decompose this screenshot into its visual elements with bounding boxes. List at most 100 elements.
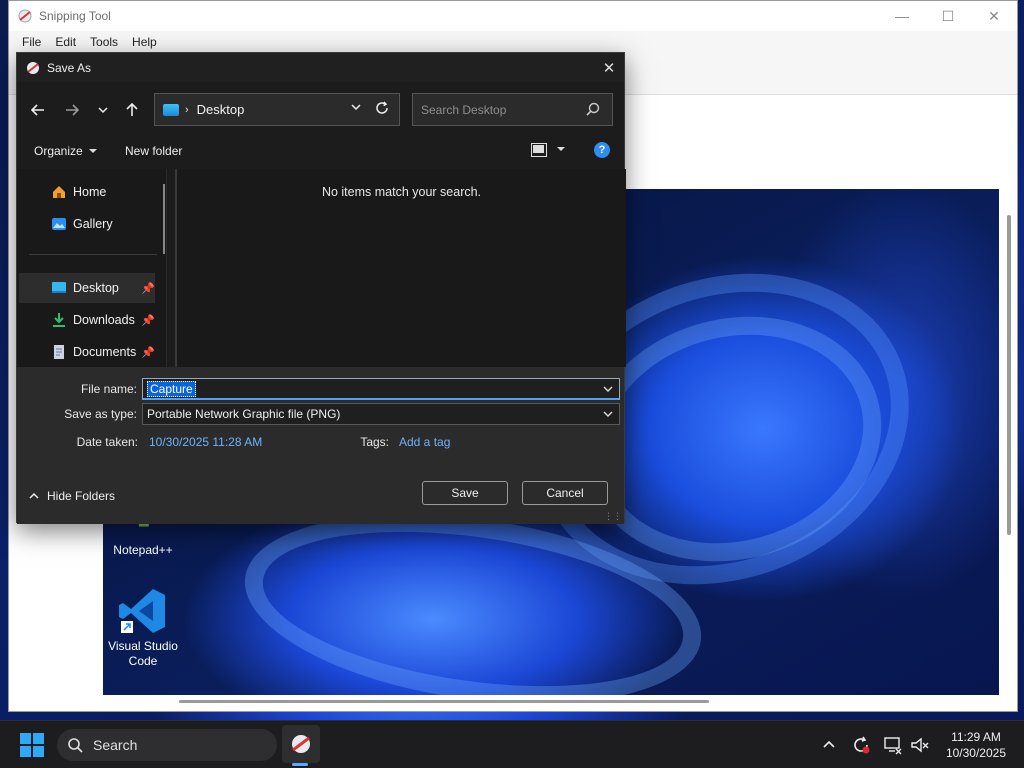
- file-name-label: File name:: [80, 382, 137, 396]
- back-arrow-icon: [31, 104, 44, 116]
- pin-icon[interactable]: 📌: [141, 282, 155, 295]
- start-button[interactable]: [20, 733, 44, 757]
- navigation-pane: Home Gallery Desktop 📌 Downloads 📌 Docum…: [17, 169, 177, 367]
- caret-down-icon[interactable]: [556, 145, 566, 153]
- desktop-icon-vscode[interactable]: Visual Studio Code: [103, 587, 183, 669]
- add-tag-link[interactable]: Add a tag: [399, 435, 450, 449]
- cancel-button[interactable]: Cancel: [522, 481, 608, 505]
- gallery-icon: [52, 218, 66, 230]
- address-bar[interactable]: › Desktop: [154, 93, 400, 126]
- forward-arrow-icon: [66, 104, 79, 116]
- minimize-button[interactable]: —: [879, 1, 925, 31]
- desktop-icon-label: Notepad++: [113, 543, 173, 557]
- desktop-folder-icon: [163, 103, 179, 116]
- save-as-dialog: Save As ✕ › Desktop Search Desktop Organ…: [16, 52, 626, 524]
- desktop-icon-notepadpp[interactable]: Notepad++: [103, 519, 183, 558]
- caret-down-icon: [88, 149, 97, 153]
- save-button[interactable]: Save: [422, 481, 508, 505]
- menu-tools[interactable]: Tools: [83, 35, 125, 49]
- taskbar-clock[interactable]: 11:29 AM 10/30/2025: [946, 729, 1006, 761]
- nav-item-gallery[interactable]: Gallery: [19, 209, 155, 239]
- help-icon[interactable]: ?: [594, 142, 610, 158]
- search-icon: [586, 102, 600, 116]
- tags-label: Tags:: [360, 435, 389, 449]
- taskbar-search-label: Search: [93, 737, 138, 753]
- new-folder-button[interactable]: New folder: [125, 144, 182, 158]
- save-as-type-value: Portable Network Graphic file (PNG): [147, 407, 341, 421]
- empty-results-message: No items match your search.: [321, 185, 482, 199]
- organize-label: Organize: [34, 144, 83, 158]
- taskbar-search[interactable]: Search: [57, 729, 277, 761]
- search-box[interactable]: Search Desktop: [412, 93, 613, 126]
- clock-time: 11:29 AM: [951, 730, 1001, 744]
- nav-label: Desktop: [73, 281, 119, 295]
- chevron-up-icon[interactable]: [822, 737, 836, 751]
- hide-folders-button[interactable]: Hide Folders: [29, 489, 115, 503]
- menu-edit[interactable]: Edit: [48, 35, 83, 49]
- view-options-icon[interactable]: [531, 143, 547, 157]
- taskbar: Search 11:29 AM 10/30/2025: [0, 720, 1024, 768]
- save-options-area: File name: Capture Save as type: Portabl…: [17, 367, 624, 524]
- taskbar-app-snipping-tool[interactable]: [282, 725, 320, 763]
- nav-item-desktop[interactable]: Desktop 📌: [19, 273, 155, 303]
- nav-label: Home: [73, 185, 107, 199]
- back-button[interactable]: [25, 97, 51, 123]
- refresh-icon[interactable]: [375, 101, 389, 115]
- search-icon: [68, 738, 83, 753]
- vscode-icon: [119, 589, 165, 633]
- nav-label: Documents: [73, 345, 137, 359]
- forward-button[interactable]: [59, 97, 85, 123]
- command-bar: Organize New folder ?: [17, 135, 624, 169]
- maximize-button[interactable]: ☐: [925, 1, 971, 31]
- search-placeholder: Search Desktop: [421, 102, 507, 117]
- up-arrow-icon: [126, 103, 138, 116]
- chevron-down-icon[interactable]: [351, 102, 361, 112]
- close-window-button[interactable]: ✕: [971, 1, 1017, 31]
- active-app-indicator: [292, 763, 308, 766]
- snipping-tool-icon: [18, 9, 32, 23]
- save-as-type-label: Save as type:: [64, 407, 137, 421]
- nav-label: Downloads: [73, 313, 135, 327]
- nav-item-downloads[interactable]: Downloads 📌: [19, 305, 155, 335]
- downloads-icon: [53, 313, 65, 327]
- volume-muted-icon[interactable]: [910, 735, 930, 755]
- desktop-icon-label: Visual Studio Code: [108, 639, 178, 668]
- chevron-up-icon: [29, 492, 39, 499]
- menu-file[interactable]: File: [15, 35, 48, 49]
- nav-item-home[interactable]: Home: [19, 177, 155, 207]
- dialog-close-button[interactable]: ✕: [594, 53, 624, 82]
- nav-label: Gallery: [73, 217, 113, 231]
- chevron-down-icon: [98, 107, 108, 114]
- horizontal-scrollbar[interactable]: [179, 700, 709, 703]
- pin-icon[interactable]: 📌: [141, 314, 155, 327]
- file-list-pane[interactable]: No items match your search.: [177, 169, 626, 367]
- file-name-input[interactable]: Capture: [142, 378, 620, 400]
- new-folder-label: New folder: [125, 144, 183, 158]
- snipping-tool-menubar: File Edit Tools Help: [9, 31, 1017, 53]
- home-icon: [53, 186, 65, 198]
- pin-icon[interactable]: 📌: [141, 346, 155, 359]
- organize-button[interactable]: Organize: [34, 144, 98, 158]
- nav-scrollbar[interactable]: [163, 184, 165, 254]
- date-taken-value[interactable]: 10/30/2025 11:28 AM: [149, 435, 262, 449]
- navigation-row: › Desktop Search Desktop: [17, 93, 624, 127]
- save-as-type-select[interactable]: Portable Network Graphic file (PNG): [142, 403, 620, 425]
- network-icon[interactable]: [883, 735, 903, 755]
- sync-icon[interactable]: [851, 735, 871, 755]
- recent-locations-button[interactable]: [90, 97, 116, 123]
- snipping-tool-title: Snipping Tool: [39, 9, 111, 23]
- dialog-titlebar: Save As: [17, 53, 624, 82]
- file-name-value: Capture: [147, 380, 196, 397]
- nav-item-documents[interactable]: Documents 📌: [19, 337, 155, 367]
- nav-divider: [29, 254, 157, 255]
- menu-help[interactable]: Help: [125, 35, 164, 49]
- vertical-scrollbar[interactable]: [1007, 215, 1011, 535]
- snipping-tool-icon: [292, 735, 310, 753]
- breadcrumb-desktop[interactable]: Desktop: [197, 102, 245, 117]
- up-button[interactable]: [119, 97, 145, 123]
- clock-date: 10/30/2025: [945, 746, 1006, 760]
- hide-folders-label: Hide Folders: [47, 489, 116, 503]
- chevron-down-icon[interactable]: [603, 384, 613, 394]
- resize-grip-icon[interactable]: ⋮⋮: [604, 511, 622, 522]
- documents-icon: [54, 345, 64, 359]
